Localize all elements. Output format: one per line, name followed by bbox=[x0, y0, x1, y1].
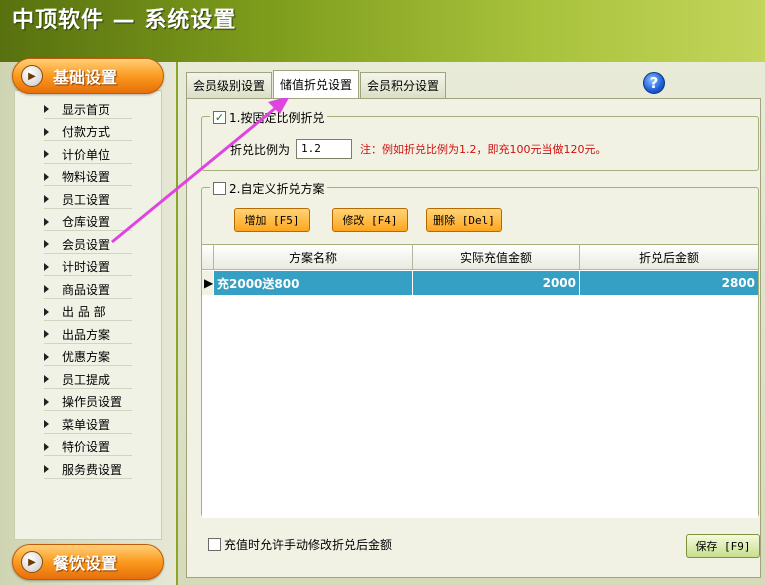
sidebar-item-label: 出 品 部 bbox=[62, 305, 106, 320]
arrow-right-icon bbox=[44, 442, 49, 451]
ratio-input[interactable]: 1.2 bbox=[296, 139, 353, 159]
arrow-right-icon bbox=[44, 307, 49, 316]
sidebar-item-warehouse[interactable]: 仓库设置 bbox=[14, 211, 162, 234]
app-header: 中顶软件 — 系统设置 bbox=[0, 0, 765, 62]
sidebar-item-special-price[interactable]: 特价设置 bbox=[14, 436, 162, 459]
sidebar-item-member[interactable]: 会员设置 bbox=[14, 233, 162, 256]
main-content: 会员级别设置 储值折兑设置 会员积分设置 ? ✓ 1.按固定比例折兑 折兑比例为… bbox=[178, 62, 765, 585]
sidebar-item-home[interactable]: 显示首页 bbox=[14, 98, 162, 121]
column-header-name[interactable]: 方案名称 bbox=[214, 245, 413, 270]
arrow-right-icon bbox=[44, 465, 49, 473]
edit-button[interactable]: 修改 [F4] bbox=[332, 208, 408, 232]
cell-after: 2800 bbox=[721, 276, 755, 290]
sidebar-item-discount-plan[interactable]: 优惠方案 bbox=[14, 346, 162, 369]
sidebar-item-unit[interactable]: 计价单位 bbox=[14, 143, 162, 166]
arrow-right-icon bbox=[44, 217, 49, 226]
tab-panel: ✓ 1.按固定比例折兑 折兑比例为 1.2 注：例如折兑比例为1.2，即充100… bbox=[186, 98, 761, 578]
sidebar-item-label: 菜单设置 bbox=[62, 417, 111, 432]
arrow-right-icon bbox=[44, 195, 49, 203]
arrow-right-icon bbox=[44, 285, 49, 293]
chevron-right-icon: ▶ bbox=[21, 551, 43, 573]
sidebar-item-label: 显示首页 bbox=[62, 102, 111, 117]
tab-member-level[interactable]: 会员级别设置 bbox=[186, 72, 273, 98]
sidebar-item-output-plan[interactable]: 出品方案 bbox=[14, 323, 162, 346]
sidebar-item-label: 员工设置 bbox=[62, 192, 111, 207]
sidebar-item-service-fee[interactable]: 服务费设置 bbox=[14, 458, 162, 481]
sidebar-item-label: 操作员设置 bbox=[62, 395, 123, 410]
table-row[interactable]: ▶ 充2000送800 2000 2800 bbox=[202, 271, 758, 295]
sidebar-item-material[interactable]: 物料设置 bbox=[14, 166, 162, 189]
sidebar-item-output-dept[interactable]: 出 品 部 bbox=[14, 301, 162, 324]
column-header-actual[interactable]: 实际充值金额 bbox=[413, 245, 580, 270]
custom-plan-legend: 2.自定义折兑方案 bbox=[210, 180, 328, 197]
section-basic-settings-label: 基础设置 bbox=[53, 68, 118, 87]
custom-plan-checkbox[interactable] bbox=[213, 182, 226, 195]
delete-button[interactable]: 删除 [Del] bbox=[426, 208, 502, 232]
help-icon[interactable]: ? bbox=[643, 72, 665, 94]
sidebar-nav: 显示首页 付款方式 计价单位 物料设置 员工设置 仓库设置 会员设置 计时设置 … bbox=[14, 98, 162, 481]
sidebar-item-goods[interactable]: 商品设置 bbox=[14, 278, 162, 301]
allow-manual-label: 充值时允许手动修改折兑后金额 bbox=[224, 538, 393, 552]
plan-table: 方案名称 实际充值金额 折兑后金额 ▶ 充2000送800 2000 2800 bbox=[202, 244, 758, 518]
allow-manual-checkbox[interactable] bbox=[208, 538, 221, 551]
sidebar-item-label: 仓库设置 bbox=[62, 215, 111, 230]
sidebar-item-timing[interactable]: 计时设置 bbox=[14, 256, 162, 279]
arrow-right-icon bbox=[44, 330, 49, 338]
sidebar-item-label: 计价单位 bbox=[62, 147, 111, 162]
sidebar-item-operator[interactable]: 操作员设置 bbox=[14, 391, 162, 414]
sidebar: ▶ 基础设置 显示首页 付款方式 计价单位 物料设置 员工设置 仓库设置 会员设… bbox=[0, 58, 176, 585]
ratio-label: 折兑比例为 bbox=[230, 142, 291, 157]
arrow-right-icon bbox=[44, 262, 49, 271]
sidebar-item-label: 出品方案 bbox=[62, 327, 111, 342]
window-title: 中顶软件 — 系统设置 bbox=[12, 8, 237, 33]
add-button[interactable]: 增加 [F5] bbox=[234, 208, 310, 232]
ratio-row: 折兑比例为 1.2 注：例如折兑比例为1.2，即充100元当做120元。 bbox=[230, 139, 607, 159]
fixed-ratio-label: 1.按固定比例折兑 bbox=[229, 111, 325, 125]
sidebar-item-label: 商品设置 bbox=[62, 282, 111, 297]
sidebar-item-payment[interactable]: 付款方式 bbox=[14, 121, 162, 144]
cell-actual: 2000 bbox=[413, 271, 580, 295]
arrow-right-icon bbox=[44, 420, 49, 428]
allow-manual-row: 充值时允许手动修改折兑后金额 bbox=[208, 536, 392, 553]
section-catering-settings-label: 餐饮设置 bbox=[53, 554, 118, 573]
table-header: 方案名称 实际充值金额 折兑后金额 bbox=[202, 245, 758, 270]
sidebar-item-menu[interactable]: 菜单设置 bbox=[14, 413, 162, 436]
arrow-right-icon bbox=[44, 240, 49, 248]
save-button[interactable]: 保存 [F9] bbox=[686, 534, 760, 558]
sidebar-item-label: 服务费设置 bbox=[62, 462, 123, 477]
arrow-right-icon bbox=[44, 352, 49, 361]
sidebar-item-label: 会员设置 bbox=[62, 237, 111, 252]
chevron-right-icon: ▶ bbox=[21, 65, 43, 87]
sidebar-item-label: 物料设置 bbox=[62, 170, 111, 185]
cell-name: 充2000送800 bbox=[214, 271, 413, 295]
row-pointer-icon: ▶ bbox=[202, 271, 214, 295]
custom-plan-label: 2.自定义折兑方案 bbox=[229, 182, 325, 196]
fixed-ratio-legend: ✓ 1.按固定比例折兑 bbox=[210, 109, 328, 126]
arrow-right-icon bbox=[44, 150, 49, 158]
tab-member-points[interactable]: 会员积分设置 bbox=[360, 72, 447, 98]
arrow-right-icon bbox=[44, 105, 49, 113]
row-indicator-header bbox=[202, 245, 214, 270]
arrow-right-icon bbox=[44, 127, 49, 136]
fixed-ratio-checkbox[interactable]: ✓ bbox=[213, 111, 226, 124]
arrow-right-icon bbox=[44, 397, 49, 406]
custom-plan-group: 2.自定义折兑方案 增加 [F5] 修改 [F4] 删除 [Del] 方案名称 … bbox=[201, 180, 759, 518]
sidebar-item-label: 优惠方案 bbox=[62, 350, 111, 365]
sidebar-item-commission[interactable]: 员工提成 bbox=[14, 368, 162, 391]
sidebar-item-staff[interactable]: 员工设置 bbox=[14, 188, 162, 211]
sidebar-item-label: 计时设置 bbox=[62, 260, 111, 275]
column-header-after[interactable]: 折兑后金额 bbox=[580, 245, 758, 270]
sidebar-item-label: 员工提成 bbox=[62, 372, 111, 387]
sidebar-item-label: 特价设置 bbox=[62, 440, 111, 455]
section-catering-settings-button[interactable]: ▶ 餐饮设置 bbox=[12, 544, 164, 580]
sidebar-item-label: 付款方式 bbox=[62, 125, 111, 140]
fixed-ratio-group: ✓ 1.按固定比例折兑 折兑比例为 1.2 注：例如折兑比例为1.2，即充100… bbox=[201, 109, 759, 171]
arrow-right-icon bbox=[44, 375, 49, 383]
tab-stored-value-conversion[interactable]: 储值折兑设置 bbox=[273, 70, 360, 98]
arrow-right-icon bbox=[44, 172, 49, 181]
section-basic-settings-button[interactable]: ▶ 基础设置 bbox=[12, 58, 164, 94]
ratio-note: 注：例如折兑比例为1.2，即充100元当做120元。 bbox=[360, 143, 607, 156]
tab-bar: 会员级别设置 储值折兑设置 会员积分设置 bbox=[186, 70, 447, 98]
